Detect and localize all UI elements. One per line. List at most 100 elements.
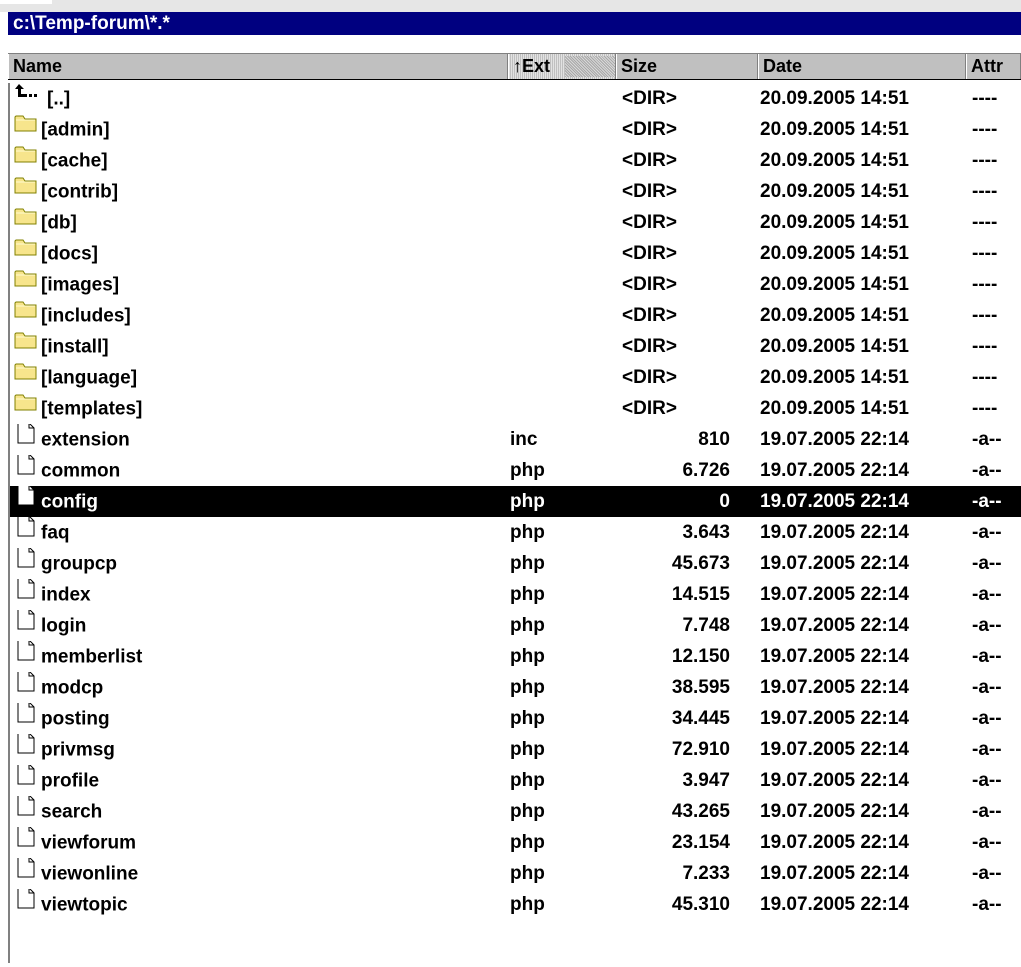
folder-row[interactable]: [docs] <DIR> 20.09.2005 14:51 ---- (10, 238, 1021, 269)
file-name-cell: modcp (14, 672, 509, 703)
file-icon (14, 641, 38, 671)
file-ext-cell (510, 83, 610, 114)
file-ext-cell (510, 238, 610, 269)
column-header: Name ↑Ext Size Date Attr (8, 53, 1021, 80)
file-attr-cell: ---- (972, 212, 998, 233)
file-name: [contrib] (41, 181, 119, 203)
file-name: faq (41, 522, 70, 544)
parent-folder-row[interactable]: [..] <DIR> 20.09.2005 14:51 ---- (10, 83, 1021, 114)
folder-row[interactable]: [contrib] <DIR> 20.09.2005 14:51 ---- (10, 176, 1021, 207)
file-icon (14, 455, 38, 485)
column-name-header[interactable]: Name (8, 54, 508, 79)
file-row[interactable]: memberlist php 12.150 19.07.2005 22:14 -a-- (10, 641, 1021, 672)
file-date-cell: 19.07.2005 22:14 (760, 739, 909, 760)
folder-row[interactable]: [cache] <DIR> 20.09.2005 14:51 ---- (10, 145, 1021, 176)
file-ext-cell (510, 207, 610, 238)
current-path-bar[interactable]: c:\Temp-forum\*.* (8, 12, 1021, 35)
column-date-header[interactable]: Date (758, 54, 966, 79)
file-icon (14, 703, 38, 733)
file-name-cell: [docs] (14, 238, 509, 269)
file-attr-cell: ---- (972, 88, 998, 109)
folder-icon (14, 269, 38, 298)
file-ext-cell (510, 300, 610, 331)
file-name: [includes] (41, 305, 131, 327)
file-list[interactable]: [..] <DIR> 20.09.2005 14:51 ---- [admin] <DIR… (8, 83, 1021, 963)
file-panel: c:\Temp-forum\*.* Name ↑Ext Size Date At… (0, 0, 1021, 967)
file-size-cell: <DIR> (622, 305, 677, 326)
file-name: viewforum (41, 832, 137, 854)
file-icon (14, 486, 38, 516)
file-attr-cell: -a-- (972, 522, 1002, 543)
file-row[interactable]: search php 43.265 19.07.2005 22:14 -a-- (10, 796, 1021, 827)
file-size-cell: 38.595 (671, 677, 730, 698)
file-row[interactable]: modcp php 38.595 19.07.2005 22:14 -a-- (10, 672, 1021, 703)
file-name-cell: memberlist (14, 641, 509, 672)
file-size-cell: <DIR> (622, 212, 677, 233)
file-date-cell: 19.07.2005 22:14 (760, 646, 909, 667)
file-icon (14, 858, 38, 888)
file-icon (14, 424, 38, 454)
file-size-cell: <DIR> (622, 181, 677, 202)
file-date-cell: 19.07.2005 22:14 (760, 584, 909, 605)
file-size-cell: <DIR> (622, 150, 677, 171)
file-row[interactable]: login php 7.748 19.07.2005 22:14 -a-- (10, 610, 1021, 641)
file-row[interactable]: viewonline php 7.233 19.07.2005 22:14 -a-- (10, 858, 1021, 889)
file-name-cell: [language] (14, 362, 509, 393)
file-name: viewtopic (41, 894, 128, 916)
file-date-cell: 20.09.2005 14:51 (760, 212, 909, 233)
file-row[interactable]: viewforum php 23.154 19.07.2005 22:14 -a-- (10, 827, 1021, 858)
file-ext-cell: php (510, 677, 545, 698)
file-ext-cell: php (510, 832, 545, 853)
file-row[interactable]: viewtopic php 45.310 19.07.2005 22:14 -a-- (10, 889, 1021, 920)
column-ext-header[interactable]: ↑Ext (508, 54, 616, 79)
file-name-cell: [images] (14, 269, 509, 300)
file-ext-cell (510, 145, 610, 176)
file-ext-cell (510, 269, 610, 300)
folder-row[interactable]: [language] <DIR> 20.09.2005 14:51 ---- (10, 362, 1021, 393)
column-size-header[interactable]: Size (616, 54, 758, 79)
folder-row[interactable]: [install] <DIR> 20.09.2005 14:51 ---- (10, 331, 1021, 362)
column-attr-header[interactable]: Attr (966, 54, 1021, 79)
file-ext-cell: php (510, 460, 545, 481)
file-name-cell: viewtopic (14, 889, 509, 920)
folder-icon (14, 362, 38, 391)
file-date-cell: 20.09.2005 14:51 (760, 336, 909, 357)
folder-row[interactable]: [templates] <DIR> 20.09.2005 14:51 ---- (10, 393, 1021, 424)
file-row[interactable]: profile php 3.947 19.07.2005 22:14 -a-- (10, 765, 1021, 796)
file-row[interactable]: privmsg php 72.910 19.07.2005 22:14 -a-- (10, 734, 1021, 765)
file-name: groupcp (41, 553, 117, 575)
file-attr-cell: ---- (972, 398, 998, 419)
file-row[interactable]: posting php 34.445 19.07.2005 22:14 -a-- (10, 703, 1021, 734)
file-row[interactable]: common php 6.726 19.07.2005 22:14 -a-- (10, 455, 1021, 486)
file-size-cell: <DIR> (622, 274, 677, 295)
file-icon (14, 517, 38, 547)
folder-row[interactable]: [images] <DIR> 20.09.2005 14:51 ---- (10, 269, 1021, 300)
file-icon (14, 734, 38, 764)
file-row[interactable]: faq php 3.643 19.07.2005 22:14 -a-- (10, 517, 1021, 548)
file-name-cell: viewforum (14, 827, 509, 858)
file-date-cell: 20.09.2005 14:51 (760, 398, 909, 419)
file-date-cell: 19.07.2005 22:14 (760, 801, 909, 822)
file-name-cell: posting (14, 703, 509, 734)
file-size-cell: 7.233 (682, 863, 730, 884)
file-row[interactable]: config php 0 19.07.2005 22:14 -a-- (10, 486, 1021, 517)
file-ext-cell: php (510, 522, 545, 543)
file-attr-cell: ---- (972, 150, 998, 171)
file-name-cell: viewonline (14, 858, 509, 889)
file-ext-cell (510, 176, 610, 207)
file-name-cell: [db] (14, 207, 509, 238)
file-row[interactable]: groupcp php 45.673 19.07.2005 22:14 -a-- (10, 548, 1021, 579)
file-row[interactable]: extension inc 810 19.07.2005 22:14 -a-- (10, 424, 1021, 455)
folder-row[interactable]: [db] <DIR> 20.09.2005 14:51 ---- (10, 207, 1021, 238)
file-ext-cell (510, 114, 610, 145)
file-name: [templates] (41, 398, 143, 420)
file-date-cell: 19.07.2005 22:14 (760, 894, 909, 915)
file-ext-cell (510, 393, 610, 424)
folder-row[interactable]: [admin] <DIR> 20.09.2005 14:51 ---- (10, 114, 1021, 145)
file-size-cell: <DIR> (622, 398, 677, 419)
folder-icon (14, 331, 38, 360)
file-row[interactable]: index php 14.515 19.07.2005 22:14 -a-- (10, 579, 1021, 610)
folder-row[interactable]: [includes] <DIR> 20.09.2005 14:51 ---- (10, 300, 1021, 331)
file-date-cell: 20.09.2005 14:51 (760, 119, 909, 140)
file-icon (14, 796, 38, 826)
